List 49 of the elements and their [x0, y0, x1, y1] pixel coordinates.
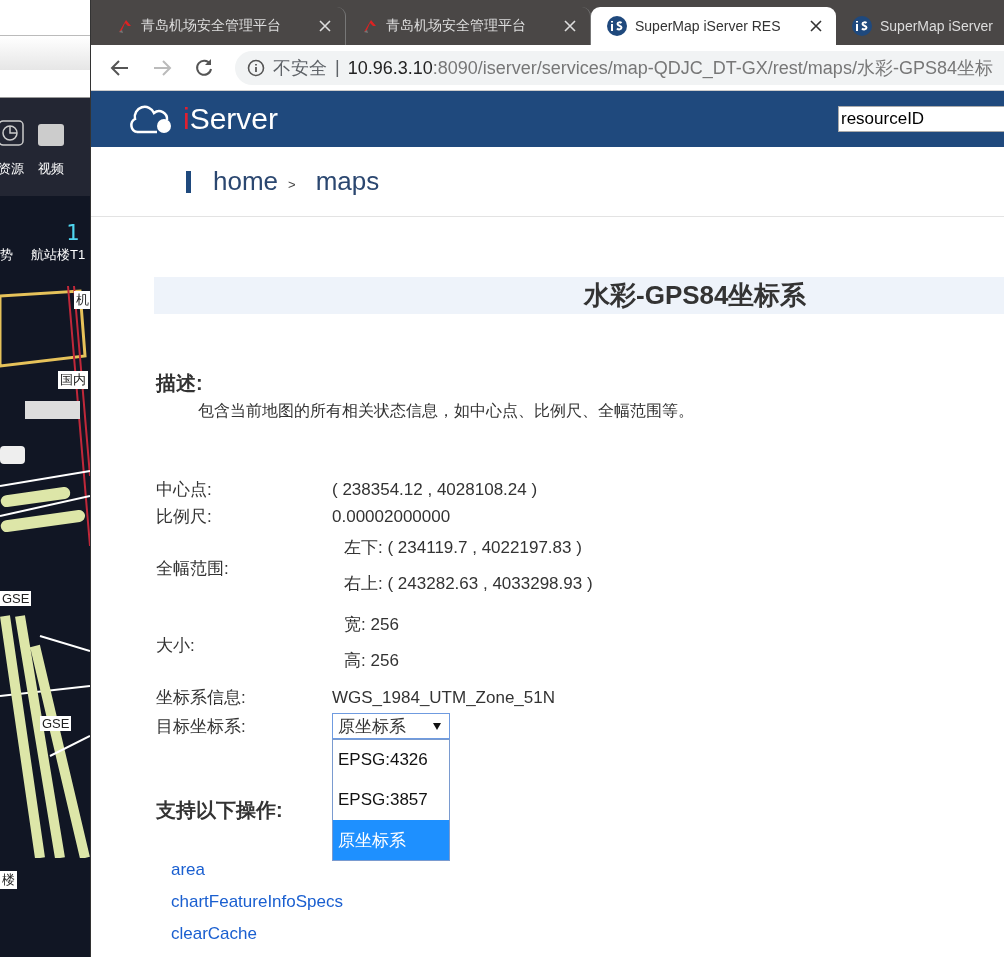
map-label: 楼	[0, 871, 17, 889]
breadcrumb-marker	[186, 170, 191, 193]
url-separator: |	[335, 57, 340, 78]
property-value: 右上: ( 243282.63 , 4033298.93 )	[344, 573, 594, 595]
breadcrumb-separator: >	[288, 177, 296, 192]
is-logo-icon	[852, 16, 872, 36]
is-logo-icon	[607, 16, 627, 36]
close-icon[interactable]	[810, 20, 822, 32]
page-title: 水彩-GPS84坐标系	[154, 277, 1004, 314]
property-value: 左下: ( 234119.7 , 4022197.83 )	[344, 537, 583, 559]
description-text: 包含当前地图的所有相关状态信息，如中心点、比例尺、全幅范围等。	[198, 401, 695, 421]
iserver-logo: iServer	[129, 102, 279, 136]
map-label: GSE	[0, 591, 32, 606]
operation-link[interactable]: clearCache	[171, 924, 257, 944]
pie-chart-icon[interactable]	[0, 120, 24, 146]
property-label: 中心点:	[156, 479, 213, 501]
property-value: ( 238354.12 , 4028108.24 )	[332, 479, 539, 500]
property-value: 高: 256	[344, 650, 400, 672]
property-label: 比例尺:	[156, 506, 213, 528]
property-label: 目标坐标系:	[156, 715, 247, 738]
security-label: 不安全	[273, 56, 327, 80]
arrow-logo-icon	[362, 18, 378, 34]
map-label: 机	[74, 291, 90, 309]
section-heading: 支持以下操作:	[156, 798, 283, 823]
property-label: 大小:	[156, 635, 196, 657]
property-value: 0.00002000000	[332, 506, 452, 527]
property-label: 坐标系信息:	[156, 687, 247, 709]
counter-display: 1	[66, 220, 84, 245]
map-tab[interactable]: 势	[0, 246, 13, 264]
browser-tab[interactable]: SuperMap iServer RES	[591, 7, 836, 45]
search-field[interactable]: resourceID	[838, 106, 1004, 132]
url-text: 10.96.3.10:8090/iserver/services/map-QDJC_DT-GX/rest/maps/水彩-GPS84坐标	[347, 56, 993, 80]
select-field[interactable]: 原坐标系	[332, 713, 450, 739]
breadcrumb-link[interactable]: maps	[315, 166, 380, 197]
address-bar[interactable]: 不安全 | 10.96.3.10:8090/iserver/services/map-QDJC_DT-GX/rest/maps/水彩-GPS84坐标	[235, 50, 1004, 85]
property-label: 全幅范围:	[156, 558, 230, 580]
breadcrumb-link[interactable]: home	[213, 166, 279, 197]
nav-label[interactable]: 视频	[38, 160, 64, 178]
info-icon[interactable]	[247, 58, 265, 77]
operation-link[interactable]: area	[171, 860, 206, 880]
map-label: GSE	[40, 716, 72, 731]
arrow-logo-icon	[117, 18, 133, 34]
section-heading: 描述:	[156, 371, 203, 396]
property-value: 宽: 256	[344, 614, 400, 636]
map-tab[interactable]: 航站楼T1	[31, 246, 86, 264]
property-value: WGS_1984_UTM_Zone_51N	[332, 687, 556, 708]
map-label: 国内	[58, 371, 88, 389]
dropdown-arrow-icon	[433, 722, 441, 730]
operation-link[interactable]: chartFeatureInfoSpecs	[171, 892, 343, 912]
